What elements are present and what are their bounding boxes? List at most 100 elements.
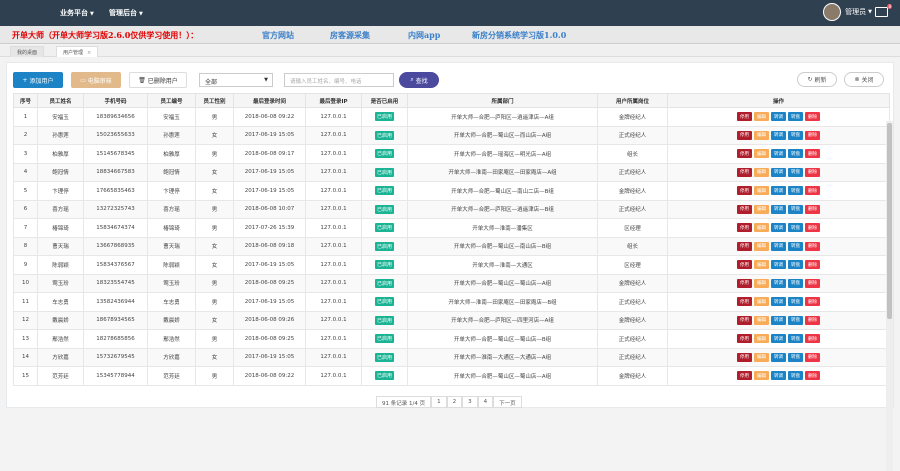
transfer-button[interactable]: 转调 bbox=[771, 278, 786, 288]
link-intranet-app[interactable]: 内网app bbox=[408, 30, 440, 41]
edit-button[interactable]: 编辑 bbox=[754, 334, 769, 344]
disable-button[interactable]: 停用 bbox=[737, 334, 752, 344]
delete-button[interactable]: 删除 bbox=[805, 334, 820, 344]
edit-button[interactable]: 编辑 bbox=[754, 204, 769, 214]
user-menu[interactable]: 管理员 ▼ bbox=[823, 3, 872, 21]
disable-button[interactable]: 停用 bbox=[737, 186, 752, 196]
edit-button[interactable]: 编辑 bbox=[754, 149, 769, 159]
delete-button[interactable]: 删除 bbox=[805, 241, 820, 251]
transfer-button[interactable]: 转盘 bbox=[788, 352, 803, 362]
disable-button[interactable]: 停用 bbox=[737, 149, 752, 159]
edit-button[interactable]: 编辑 bbox=[754, 315, 769, 325]
transfer-button[interactable]: 转调 bbox=[771, 241, 786, 251]
disable-button[interactable]: 停用 bbox=[737, 315, 752, 325]
edit-button[interactable]: 编辑 bbox=[754, 130, 769, 140]
disable-button[interactable]: 停用 bbox=[737, 278, 752, 288]
department-select[interactable]: 全部 ▼ bbox=[199, 73, 273, 87]
tab-user-management[interactable]: 用户管理 × bbox=[56, 46, 99, 57]
transfer-button[interactable]: 转盘 bbox=[788, 167, 803, 177]
transfer-button[interactable]: 转盘 bbox=[788, 278, 803, 288]
link-official-site[interactable]: 官方网站 bbox=[262, 30, 294, 41]
transfer-button[interactable]: 转盘 bbox=[788, 297, 803, 307]
search-button[interactable]: ⌕ 查找 bbox=[399, 72, 439, 88]
transfer-button[interactable]: 转调 bbox=[771, 204, 786, 214]
next-page[interactable]: 下一页 bbox=[493, 396, 522, 408]
delete-button[interactable]: 删除 bbox=[805, 149, 820, 159]
delete-button[interactable]: 删除 bbox=[805, 112, 820, 122]
transfer-button[interactable]: 转盘 bbox=[788, 130, 803, 140]
page-1[interactable]: 1 bbox=[431, 396, 447, 408]
delete-button[interactable]: 删除 bbox=[805, 371, 820, 381]
close-button[interactable]: ⊗ 关闭 bbox=[844, 72, 884, 87]
transfer-button[interactable]: 转调 bbox=[771, 186, 786, 196]
add-user-button[interactable]: + 添加用户 bbox=[13, 72, 63, 88]
nav-business-platform[interactable]: 业务平台 ▼ bbox=[60, 8, 94, 18]
disable-button[interactable]: 停用 bbox=[737, 352, 752, 362]
transfer-button[interactable]: 转盘 bbox=[788, 223, 803, 233]
transfer-button[interactable]: 转调 bbox=[771, 167, 786, 177]
transfer-button[interactable]: 转调 bbox=[771, 334, 786, 344]
link-listing-collect[interactable]: 房客源采集 bbox=[330, 30, 370, 41]
transfer-button[interactable]: 转调 bbox=[771, 297, 786, 307]
edit-button[interactable]: 编辑 bbox=[754, 278, 769, 288]
delete-button[interactable]: 删除 bbox=[805, 260, 820, 270]
edit-button[interactable]: 编辑 bbox=[754, 241, 769, 251]
disable-button[interactable]: 停用 bbox=[737, 260, 752, 270]
disable-button[interactable]: 停用 bbox=[737, 112, 752, 122]
transfer-button[interactable]: 转盘 bbox=[788, 204, 803, 214]
refresh-button[interactable]: ↻ 刷新 bbox=[797, 72, 837, 87]
disable-button[interactable]: 停用 bbox=[737, 167, 752, 177]
transfer-button[interactable]: 转调 bbox=[771, 223, 786, 233]
delete-button[interactable]: 删除 bbox=[805, 186, 820, 196]
delete-button[interactable]: 删除 bbox=[805, 297, 820, 307]
delete-button[interactable]: 删除 bbox=[805, 130, 820, 140]
tab-desktop[interactable]: 我的桌面 bbox=[10, 46, 45, 57]
transfer-button[interactable]: 转调 bbox=[771, 130, 786, 140]
deleted-users-button[interactable]: 🗑 已删除用户 bbox=[129, 72, 187, 88]
transfer-button[interactable]: 转调 bbox=[771, 315, 786, 325]
nav-admin[interactable]: 管理后台 ▼ bbox=[109, 8, 143, 18]
disable-button[interactable]: 停用 bbox=[737, 241, 752, 251]
delete-button[interactable]: 删除 bbox=[805, 352, 820, 362]
link-new-house-system[interactable]: 新房分销系统学习版1.0.0 bbox=[472, 30, 566, 41]
search-input[interactable]: 请输入员工姓名、编号、电话 bbox=[284, 73, 394, 87]
disable-button[interactable]: 停用 bbox=[737, 223, 752, 233]
edit-button[interactable]: 编辑 bbox=[754, 112, 769, 122]
transfer-button[interactable]: 转盘 bbox=[788, 315, 803, 325]
transfer-button[interactable]: 转盘 bbox=[788, 260, 803, 270]
delete-button[interactable]: 删除 bbox=[805, 204, 820, 214]
delete-button[interactable]: 删除 bbox=[805, 223, 820, 233]
transfer-button[interactable]: 转盘 bbox=[788, 112, 803, 122]
edit-button[interactable]: 编辑 bbox=[754, 223, 769, 233]
mail-icon[interactable] bbox=[875, 7, 888, 17]
page-4[interactable]: 4 bbox=[477, 396, 494, 408]
delete-button[interactable]: 删除 bbox=[805, 315, 820, 325]
close-icon[interactable]: × bbox=[87, 50, 91, 56]
delete-button[interactable]: 删除 bbox=[805, 278, 820, 288]
disable-button[interactable]: 停用 bbox=[737, 297, 752, 307]
disable-button[interactable]: 停用 bbox=[737, 371, 752, 381]
edit-button[interactable]: 编辑 bbox=[754, 167, 769, 177]
edit-button[interactable]: 编辑 bbox=[754, 371, 769, 381]
scrollbar-thumb[interactable] bbox=[887, 123, 892, 319]
transfer-button[interactable]: 转盘 bbox=[788, 186, 803, 196]
edit-button[interactable]: 编辑 bbox=[754, 260, 769, 270]
transfer-button[interactable]: 转盘 bbox=[788, 149, 803, 159]
transfer-button[interactable]: 转调 bbox=[771, 352, 786, 362]
edit-button[interactable]: 编辑 bbox=[754, 352, 769, 362]
transfer-button[interactable]: 转盘 bbox=[788, 334, 803, 344]
edit-button[interactable]: 编辑 bbox=[754, 297, 769, 307]
disable-button[interactable]: 停用 bbox=[737, 130, 752, 140]
disable-button[interactable]: 停用 bbox=[737, 204, 752, 214]
transfer-button[interactable]: 转调 bbox=[771, 149, 786, 159]
edit-button[interactable]: 编辑 bbox=[754, 186, 769, 196]
delete-button[interactable]: 删除 bbox=[805, 167, 820, 177]
transfer-button[interactable]: 转盘 bbox=[788, 241, 803, 251]
transfer-button[interactable]: 转调 bbox=[771, 260, 786, 270]
transfer-button[interactable]: 转调 bbox=[771, 371, 786, 381]
page-2[interactable]: 2 bbox=[446, 396, 463, 408]
pc-review-button[interactable]: ▭ 电脑审核 bbox=[71, 72, 121, 88]
transfer-button[interactable]: 转盘 bbox=[788, 371, 803, 381]
page-3[interactable]: 3 bbox=[462, 396, 478, 408]
transfer-button[interactable]: 转调 bbox=[771, 112, 786, 122]
